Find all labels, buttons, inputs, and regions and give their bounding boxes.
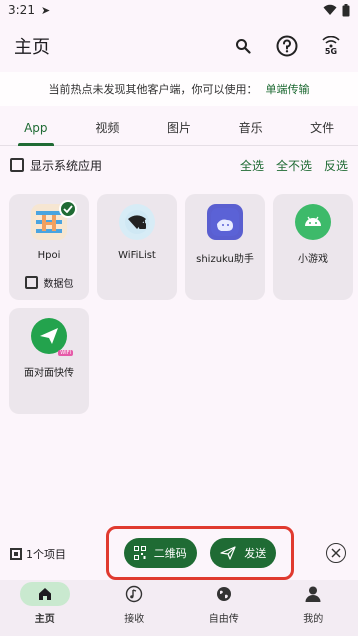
shizuku-logo-icon: [211, 208, 239, 236]
battery-icon: [342, 3, 350, 16]
app-name: shizuku助手: [196, 254, 254, 265]
app-card-minigame[interactable]: 小游戏: [273, 194, 353, 300]
nav-indicator: [288, 582, 338, 606]
home-icon: [38, 588, 51, 600]
send-label: 发送: [244, 547, 267, 560]
single-transfer-link[interactable]: 单端传输: [266, 81, 310, 97]
search-icon: [236, 39, 251, 54]
selection-count-label: 1个项目: [26, 548, 66, 561]
network-button[interactable]: 5G: [318, 33, 344, 59]
wifilist-app-icon: [119, 204, 155, 240]
tab-music[interactable]: 音乐: [215, 110, 287, 145]
wifi-signal-icon: [323, 4, 337, 15]
app-bar: 主页 5G: [0, 24, 358, 68]
shizuku-app-icon: [207, 204, 243, 240]
app-card-face-to-face[interactable]: WIFI 面对面快传: [9, 308, 89, 414]
app-card-shizuku[interactable]: shizuku助手: [185, 194, 265, 300]
category-tabs: App 视频 图片 音乐 文件: [0, 110, 358, 146]
tab-file[interactable]: 文件: [286, 110, 358, 145]
selection-actions: 全选 全不选 反选: [240, 157, 348, 174]
nav-free-transfer[interactable]: 自由传: [179, 580, 269, 636]
app-name: Hpoi: [37, 250, 61, 261]
wifi-tag: WIFI: [58, 350, 73, 356]
app-card-hpoi[interactable]: Hpoi 数据包: [9, 194, 89, 300]
close-icon: [331, 548, 341, 558]
checkmark-icon: [63, 205, 73, 213]
network-label: 5G: [324, 47, 338, 56]
invert-selection-button[interactable]: 反选: [324, 157, 348, 174]
data-package-label: 数据包: [43, 279, 74, 290]
notice-text: 当前热点未发现其他客户端，你可以使用：: [48, 83, 258, 96]
show-system-apps-label: 显示系统应用: [30, 158, 103, 173]
select-none-button[interactable]: 全不选: [276, 157, 312, 174]
nav-label: 主页: [34, 614, 55, 625]
select-all-button[interactable]: 全选: [240, 157, 264, 174]
app-name: 面对面快传: [24, 368, 74, 379]
page-title: 主页: [14, 37, 50, 58]
show-system-apps-checkbox[interactable]: [10, 158, 24, 172]
data-package-option[interactable]: 数据包: [24, 275, 74, 290]
app-name: 小游戏: [298, 254, 328, 265]
nav-label: 接收: [124, 614, 145, 625]
status-bar: 3:21 ➤: [0, 0, 358, 20]
search-button[interactable]: [230, 33, 256, 59]
nav-label: 我的: [303, 614, 324, 625]
send-status-icon: ➤: [40, 3, 51, 17]
face-to-face-app-icon: WIFI: [31, 318, 73, 356]
hotspot-notice: 当前热点未发现其他客户端，你可以使用： 单端传输: [0, 72, 358, 106]
send-button[interactable]: 发送: [210, 538, 277, 568]
selection-count: 1个项目: [10, 546, 66, 562]
data-package-checkbox[interactable]: [24, 276, 38, 289]
wifi-lock-icon: [125, 210, 149, 234]
tab-video[interactable]: 视频: [72, 110, 144, 145]
nav-label: 自由传: [208, 614, 239, 625]
filter-row: 显示系统应用 全选 全不选 反选: [0, 152, 358, 178]
globe-icon: [216, 587, 231, 601]
minigame-app-icon: [295, 204, 331, 240]
nav-home[interactable]: 主页: [0, 580, 90, 636]
highlighted-actions: 二维码 发送: [106, 526, 294, 580]
person-icon: [305, 586, 321, 602]
nav-indicator: [19, 582, 70, 606]
selected-badge: [59, 200, 77, 218]
selection-bar: 1个项目 二维码 发送: [0, 526, 358, 580]
qr-code-icon: [133, 546, 146, 560]
send-icon: [220, 546, 236, 560]
help-icon: [276, 35, 298, 57]
app-name: WiFiList: [118, 250, 156, 261]
clear-selection-button[interactable]: [326, 543, 346, 563]
qr-code-button[interactable]: 二维码: [123, 538, 197, 568]
android-icon: [305, 216, 321, 226]
help-button[interactable]: [274, 33, 300, 59]
paper-plane-icon: [40, 328, 58, 344]
status-icons: [323, 3, 350, 17]
nav-mine[interactable]: 我的: [269, 580, 358, 636]
app-card-wifilist[interactable]: WiFiList: [97, 194, 177, 300]
music-note-icon: [126, 585, 143, 603]
bottom-navigation: 主页 接收 自由传 我的: [0, 580, 358, 636]
qr-code-label: 二维码: [153, 547, 187, 560]
tab-image[interactable]: 图片: [143, 110, 215, 145]
tab-app[interactable]: App: [0, 110, 72, 145]
status-time: 3:21: [8, 3, 35, 17]
nav-receive[interactable]: 接收: [90, 580, 180, 636]
selection-indicator-icon: [10, 548, 22, 560]
app-grid: Hpoi 数据包 WiFiList shizuku助手 小游戏 WIFI 面对面…: [9, 194, 353, 414]
hpoi-app-icon: [31, 200, 77, 240]
app-bar-actions: 5G: [230, 33, 344, 59]
nav-indicator: [199, 582, 249, 606]
nav-indicator: [109, 582, 159, 606]
